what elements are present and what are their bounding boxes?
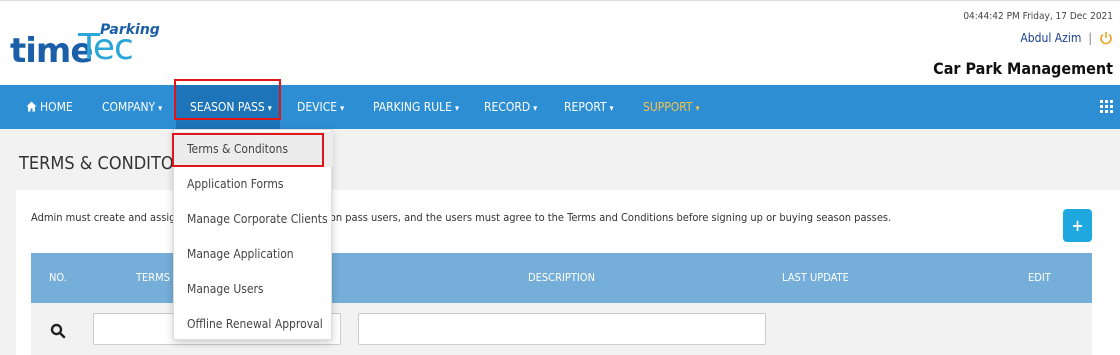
nav-record[interactable]: RECORD ▾ (484, 85, 537, 129)
power-icon[interactable] (1099, 31, 1113, 45)
caret-down-icon: ▾ (533, 104, 538, 114)
nav-company-label: COMPANY (102, 100, 156, 114)
nav-parking-rule[interactable]: PARKING RULE ▾ (373, 85, 459, 129)
datetime-display: 04:44:42 PM Friday, 17 Dec 2021 (963, 11, 1113, 22)
nav-report-label: REPORT (564, 100, 607, 114)
menu-item-manage-application[interactable]: Manage Application (174, 237, 333, 272)
home-icon (26, 101, 37, 112)
caret-down-icon: ▾ (340, 104, 345, 114)
header: time Tec Parking 04:44:42 PM Friday, 17 … (0, 0, 1120, 85)
column-last-update: LAST UPDATE (782, 271, 849, 284)
menu-item-terms-conditions[interactable]: Terms & Conditons (174, 132, 333, 167)
season-pass-dropdown: Terms & Conditons Application Forms Mana… (173, 129, 333, 342)
main-nav: HOME COMPANY ▾ SEASON PASS ▾ DEVICE ▾ PARKI… (0, 85, 1120, 129)
column-no: NO. (49, 271, 67, 284)
app-title: Car Park Management (933, 59, 1113, 78)
caret-down-icon: ▾ (695, 104, 700, 114)
search-icon[interactable] (50, 323, 66, 339)
nav-device-label: DEVICE (297, 100, 338, 114)
nav-support[interactable]: SUPPORT ▾ (643, 85, 700, 129)
column-description: DESCRIPTION (528, 271, 595, 284)
nav-report[interactable]: REPORT ▾ (564, 85, 614, 129)
column-edit: EDIT (1028, 271, 1051, 284)
add-button[interactable]: + (1063, 209, 1092, 242)
caret-down-icon: ▾ (455, 104, 460, 114)
menu-item-application-forms[interactable]: Application Forms (174, 167, 333, 202)
caret-down-icon: ▾ (267, 104, 272, 114)
nav-home[interactable]: HOME (26, 85, 73, 129)
timetec-parking-logo[interactable]: time Tec Parking (10, 19, 170, 71)
apps-grid-icon[interactable] (1100, 100, 1113, 113)
user-name[interactable]: Abdul Azim (1020, 31, 1081, 45)
page-title: TERMS & CONDITONS (19, 153, 196, 174)
user-separator: | (1088, 31, 1092, 45)
nav-home-label: HOME (40, 100, 73, 114)
logo-parking: Parking (100, 22, 160, 38)
nav-device[interactable]: DEVICE ▾ (297, 85, 344, 129)
page-description: Admin must create and assign Terms and C… (31, 211, 892, 224)
nav-season-pass[interactable]: SEASON PASS ▾ (176, 85, 280, 129)
menu-item-manage-corporate-clients[interactable]: Manage Corporate Clients (174, 202, 333, 237)
nav-support-label: SUPPORT (643, 100, 693, 114)
nav-company[interactable]: COMPANY ▾ (102, 85, 162, 129)
description-filter-input[interactable] (358, 313, 766, 345)
user-info: Abdul Azim | (1020, 31, 1113, 45)
nav-season-pass-label: SEASON PASS (190, 100, 265, 114)
caret-down-icon: ▾ (609, 104, 614, 114)
caret-down-icon: ▾ (158, 104, 163, 114)
menu-item-offline-renewal-approval[interactable]: Offline Renewal Approval (174, 307, 333, 342)
column-terms: TERMS (136, 271, 170, 284)
menu-item-manage-users[interactable]: Manage Users (174, 272, 333, 307)
nav-record-label: RECORD (484, 100, 531, 114)
nav-parking-rule-label: PARKING RULE (373, 100, 452, 114)
